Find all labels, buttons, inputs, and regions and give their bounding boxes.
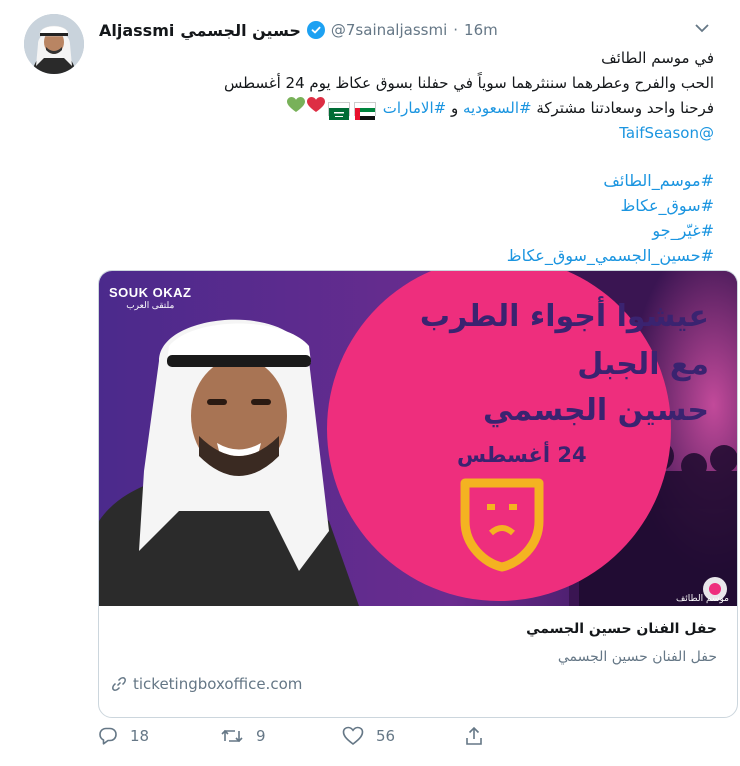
heart-icon <box>342 726 364 746</box>
green-heart-icon <box>287 96 305 121</box>
link-icon <box>112 677 126 691</box>
poster-heading-line-2: مع الجبل <box>577 347 709 382</box>
avatar[interactable] <box>24 14 84 74</box>
reply-button[interactable]: 18 <box>98 726 220 746</box>
reply-count: 18 <box>130 727 150 745</box>
reply-icon <box>99 727 117 745</box>
card-description: حفل الفنان حسين الجسمي <box>557 649 717 665</box>
like-count: 56 <box>376 727 396 745</box>
hashtag-link[interactable]: #سوق_عكاظ <box>200 193 714 218</box>
timestamp[interactable]: 16m <box>464 21 498 39</box>
hashtag-link[interactable]: #غيّر_جو <box>200 218 714 243</box>
verified-badge-icon <box>306 21 325 39</box>
hashtag-saudi-link[interactable]: #السعوديه <box>463 99 532 117</box>
share-icon <box>466 726 482 745</box>
poster-heading-line-1: عيشوا أجواء الطرب <box>419 299 709 334</box>
tweet-line-3-and: و <box>446 99 463 117</box>
share-button[interactable] <box>464 726 484 746</box>
link-preview-card[interactable]: SOUK OKAZ ملتقى العرب عيشوا أجواء الطرب … <box>98 270 738 718</box>
poster-heading-line-3: حسين الجسمي <box>483 393 709 428</box>
poster-date: 24 أغسطس <box>457 443 587 467</box>
tweet-action-bar: 18 9 56 <box>98 722 518 750</box>
tweet-text: في موسم الطائف الحب والفرح وعطرهما سننثر… <box>200 46 714 146</box>
more-options-chevron-down-icon[interactable] <box>692 18 712 38</box>
souk-okaz-logo-subtext: ملتقى العرب <box>126 300 175 310</box>
hashtag-uae-link[interactable]: #الامارات <box>383 99 446 117</box>
mention-link[interactable]: @TaifSeason <box>200 121 714 146</box>
hashtag-list: #موسم_الطائف #سوق_عكاظ #غيّر_جو #حسين_ال… <box>200 168 714 268</box>
saudi-flag-icon <box>328 101 350 120</box>
handle[interactable]: @7sainaljassmi <box>331 21 447 39</box>
display-name-arabic[interactable]: حسين الجسمي <box>180 21 301 40</box>
separator-dot: · <box>453 21 459 39</box>
tweet-line-2: الحب والفرح وعطرهما سننثرهما سوياً في حف… <box>223 74 714 92</box>
avatar-photo <box>24 14 84 74</box>
souk-okaz-logo-text: SOUK OKAZ <box>109 285 192 300</box>
tweet-line-1: في موسم الطائف <box>601 49 714 67</box>
tweet-line-3-prefix: فرحنا واحد وسعادتنا مشتركة <box>531 99 714 117</box>
red-heart-icon <box>307 96 325 121</box>
display-name-latin[interactable]: Aljassmi <box>99 21 174 40</box>
card-domain-link[interactable]: ticketingboxoffice.com <box>111 675 302 693</box>
hashtag-link[interactable]: #حسين_الجسمي_سوق_عكاظ <box>200 243 714 268</box>
tweet-line-3: فرحنا واحد وسعادتنا مشتركة #السعوديه و #… <box>200 96 714 121</box>
retweet-icon <box>221 729 243 743</box>
card-title[interactable]: حفل الفنان حسين الجسمي <box>526 621 717 637</box>
souk-okaz-logo: SOUK OKAZ ملتقى العرب <box>109 285 192 311</box>
like-button[interactable]: 56 <box>342 726 464 746</box>
card-domain[interactable]: ticketingboxoffice.com <box>133 675 302 693</box>
tweet-header: Aljassmi حسين الجسمي @7sainaljassmi · 16… <box>99 16 680 44</box>
hashtag-link[interactable]: #موسم_الطائف <box>200 168 714 193</box>
retweet-count: 9 <box>256 727 266 745</box>
card-image[interactable]: SOUK OKAZ ملتقى العرب عيشوا أجواء الطرب … <box>99 271 737 606</box>
retweet-button[interactable]: 9 <box>220 726 342 746</box>
tweet[interactable]: Aljassmi حسين الجسمي @7sainaljassmi · 16… <box>0 0 740 766</box>
taif-season-corner-text: موسم الطائف <box>675 594 729 604</box>
uae-flag-icon <box>354 101 376 120</box>
